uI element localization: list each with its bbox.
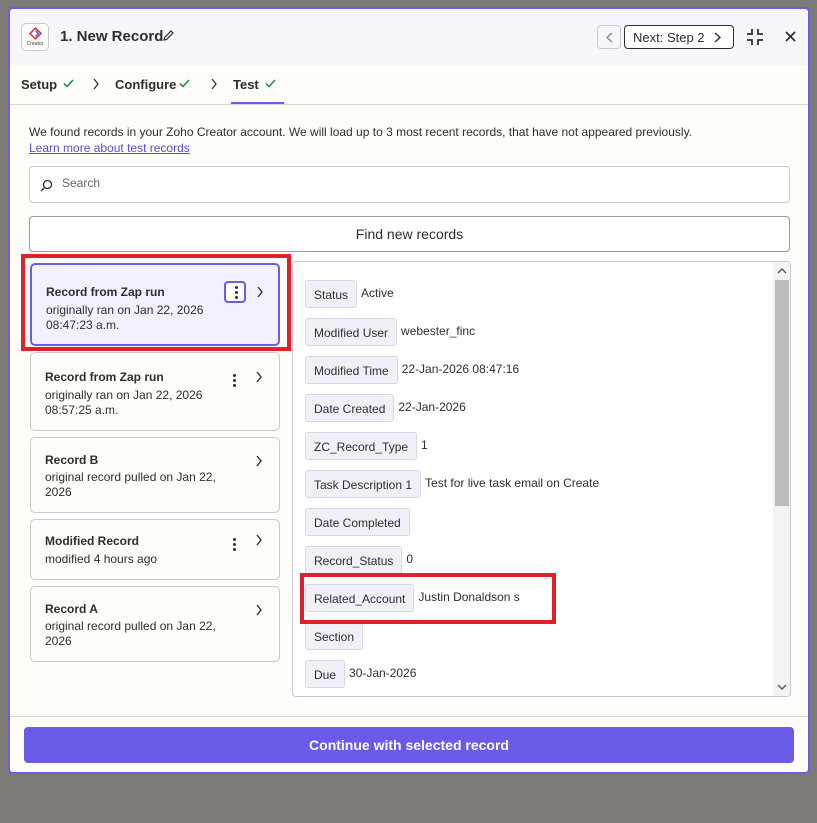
field-key: Due xyxy=(305,660,346,688)
scroll-down-arrow-icon[interactable] xyxy=(777,684,787,691)
check-icon xyxy=(179,79,190,88)
tab-setup-label: Setup xyxy=(21,77,58,92)
field-value: Test for live task email on Create xyxy=(425,476,600,490)
record-card-2[interactable]: Record from Zap run originally ran on Ja… xyxy=(30,352,280,431)
record-subtitle: originally ran on Jan 22, 2026 08:57:25 … xyxy=(45,388,203,417)
field-value: 22-Jan-2026 08:47:16 xyxy=(401,362,520,376)
scroll-up-arrow-icon[interactable] xyxy=(777,267,787,274)
field-key: Date Created xyxy=(305,394,395,422)
more-options-icon[interactable] xyxy=(224,370,246,392)
zoho-creator-logo: Creator xyxy=(21,23,49,51)
field-value: 30-Jan-2026 xyxy=(349,666,417,680)
chevron-right-icon xyxy=(93,78,99,90)
field-date-created: Date Created 22-Jan-2026 xyxy=(305,394,466,422)
step-title: 1. New Record xyxy=(60,28,164,45)
intro-text: We found records in your Zoho Creator ac… xyxy=(29,125,693,139)
record-subtitle: modified 4 hours ago xyxy=(45,552,158,566)
field-value: 1 xyxy=(421,438,428,452)
scrollbar-thumb[interactable] xyxy=(775,280,789,506)
field-value: Active xyxy=(361,286,394,300)
field-modified-user: Modified User webester_finc xyxy=(305,318,475,346)
test-step-modal: Creator 1. New Record Next: Step 2 Setup… xyxy=(8,7,810,774)
check-icon xyxy=(63,79,74,88)
field-date-completed: Date Completed xyxy=(305,508,414,536)
record-card-3[interactable]: Record B original record pulled on Jan 2… xyxy=(30,437,280,513)
chevron-right-icon xyxy=(714,32,722,43)
tab-test[interactable]: Test xyxy=(233,77,276,92)
tab-configure-label: Configure xyxy=(115,77,177,92)
modal-header: Creator 1. New Record Next: Step 2 xyxy=(10,9,808,65)
more-options-icon[interactable] xyxy=(224,534,246,556)
field-key: Modified User xyxy=(305,318,398,346)
record-subtitle: original record pulled on Jan 22, 2026 xyxy=(45,619,216,648)
field-value: 0 xyxy=(406,552,414,566)
edit-pencil-icon[interactable] xyxy=(162,29,175,42)
record-title: Record A xyxy=(45,602,98,616)
step-tabs: Setup Configure Test xyxy=(10,65,808,105)
check-icon xyxy=(265,79,276,88)
next-step-button[interactable]: Next: Step 2 xyxy=(624,25,734,49)
collapse-icon[interactable] xyxy=(746,28,764,46)
record-title: Record from Zap run xyxy=(45,370,164,384)
field-key: Task Description 1 xyxy=(305,470,422,498)
search-input[interactable] xyxy=(62,176,762,190)
field-task-description: Task Description 1 Test for live task ema… xyxy=(305,470,599,498)
field-section: Section xyxy=(305,622,367,650)
field-status: Status Active xyxy=(305,280,394,308)
record-title: Record B xyxy=(45,453,99,467)
tab-test-label: Test xyxy=(233,77,259,92)
field-modified-time: Modified Time 22-Jan-2026 08:47:16 xyxy=(305,356,519,384)
search-icon xyxy=(40,179,53,192)
highlight-selected-record xyxy=(21,254,291,351)
field-key: Modified Time xyxy=(305,356,398,384)
field-key: ZC_Record_Type xyxy=(305,432,418,460)
record-subtitle: original record pulled on Jan 22, 2026 xyxy=(45,470,216,499)
field-record-status: Record_Status 0 xyxy=(305,546,413,574)
record-card-4[interactable]: Modified Record modified 4 hours ago xyxy=(30,519,280,580)
field-key: Section xyxy=(305,622,364,650)
chevron-right-icon[interactable] xyxy=(255,371,263,383)
chevron-left-icon xyxy=(605,32,613,43)
chevron-right-icon[interactable] xyxy=(255,534,263,546)
tab-setup[interactable]: Setup xyxy=(21,77,74,92)
field-key: Record_Status xyxy=(305,546,403,574)
record-detail-panel: Status Active Modified User webester_finc … xyxy=(292,261,791,697)
chevron-right-icon[interactable] xyxy=(255,455,263,467)
logo-text: Creator xyxy=(26,41,44,47)
chevron-right-icon xyxy=(211,78,217,90)
field-key: Status xyxy=(305,280,358,308)
learn-more-link[interactable]: Learn more about test records xyxy=(29,141,190,155)
record-title: Modified Record xyxy=(45,534,140,548)
record-card-5[interactable]: Record A original record pulled on Jan 2… xyxy=(30,586,280,662)
highlight-related-account xyxy=(300,573,556,624)
continue-button[interactable]: Continue with selected record xyxy=(24,727,794,763)
field-value: 22-Jan-2026 xyxy=(398,400,466,414)
field-zc-record-type: ZC_Record_Type 1 xyxy=(305,432,428,460)
active-tab-indicator xyxy=(231,102,284,104)
previous-step-button[interactable] xyxy=(597,25,621,49)
field-key: Date Completed xyxy=(305,508,410,536)
close-icon[interactable] xyxy=(785,31,796,42)
find-new-records-button[interactable]: Find new records xyxy=(29,216,790,252)
tab-configure[interactable]: Configure xyxy=(115,77,190,92)
chevron-right-icon[interactable] xyxy=(255,604,263,616)
modal-footer: Continue with selected record xyxy=(10,716,808,772)
field-value: webester_finc xyxy=(401,324,476,338)
next-step-label: Next: Step 2 xyxy=(633,30,705,45)
search-box[interactable] xyxy=(29,166,790,203)
field-due: Due 30-Jan-2026 xyxy=(305,660,416,688)
